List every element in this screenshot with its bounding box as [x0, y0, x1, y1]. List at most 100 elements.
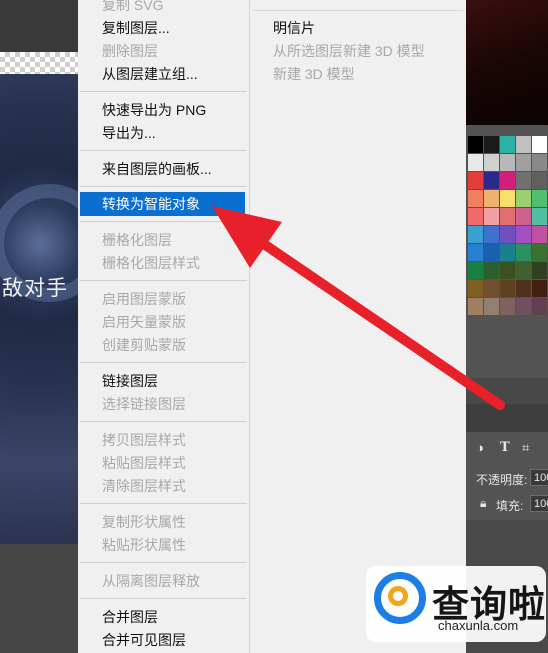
menu-item-link-layers[interactable]: 链接图层	[78, 369, 249, 393]
context-menu-column-2	[250, 0, 466, 653]
color-swatch[interactable]	[516, 208, 531, 225]
color-swatch[interactable]	[500, 262, 515, 279]
menu-item-merge-layers[interactable]: 合并图层	[78, 605, 249, 629]
color-swatch[interactable]	[532, 172, 547, 189]
color-swatch[interactable]	[484, 262, 499, 279]
color-swatch[interactable]	[532, 280, 547, 297]
menu-item-create-clipping-mask: 创建剪贴蒙版	[102, 337, 186, 353]
color-swatch[interactable]	[468, 208, 483, 225]
canvas-text-layer: 敌对手	[2, 277, 68, 300]
color-swatch[interactable]	[468, 262, 483, 279]
color-swatch[interactable]	[484, 172, 499, 189]
menu-item-export-as[interactable]: 导出为...	[78, 121, 249, 145]
layer-filter-toolbar: ◑ T ⌗	[466, 436, 548, 460]
menu-separator	[80, 562, 247, 563]
opacity-label: 不透明度:	[476, 473, 528, 487]
menu-item-clear-layer-style: 清除图层样式	[102, 478, 186, 494]
color-swatch[interactable]	[516, 136, 531, 153]
color-swatch[interactable]	[500, 244, 515, 261]
menu-item-new-3d-model: 新建 3D 模型	[273, 66, 355, 82]
color-swatch[interactable]	[532, 136, 547, 153]
menu-item-duplicate-layer[interactable]: 复制图层...	[78, 16, 249, 40]
opacity-input[interactable]: 100	[530, 469, 548, 486]
color-swatch[interactable]	[500, 280, 515, 297]
layers-panel-header	[466, 404, 548, 432]
color-swatch[interactable]	[468, 190, 483, 207]
color-swatch[interactable]	[468, 244, 483, 261]
color-swatch[interactable]	[516, 298, 531, 315]
menu-item-delete-layer: 删除图层	[102, 43, 158, 59]
menu-item-quick-export-png[interactable]: 快速导出为 PNG	[78, 98, 249, 122]
panel-tab-bar[interactable]	[466, 378, 548, 405]
color-swatch[interactable]	[468, 172, 483, 189]
color-swatch[interactable]	[516, 226, 531, 243]
color-swatch[interactable]	[500, 226, 515, 243]
color-swatch[interactable]	[468, 136, 483, 153]
color-swatch[interactable]	[532, 208, 547, 225]
adjustment-filter-icon[interactable]: ◑	[476, 440, 484, 455]
color-picker-field[interactable]	[466, 0, 548, 125]
color-swatch[interactable]	[484, 298, 499, 315]
color-swatch[interactable]	[468, 280, 483, 297]
menu-item-paste-shape-attributes: 粘贴形状属性	[102, 537, 186, 553]
color-swatch[interactable]	[532, 226, 547, 243]
color-swatch[interactable]	[532, 262, 547, 279]
color-swatch[interactable]	[500, 154, 515, 171]
color-swatch[interactable]	[468, 298, 483, 315]
document-canvas[interactable]: 敌对手	[0, 0, 78, 653]
menu-item-merge-visible[interactable]: 合并可见图层	[78, 628, 249, 652]
color-swatch[interactable]	[516, 244, 531, 261]
menu-separator	[253, 10, 463, 11]
menu-item-release-from-isolation: 从隔离图层释放	[102, 573, 200, 589]
menu-item-copy-layer-style: 拷贝图层样式	[102, 432, 186, 448]
menu-separator	[80, 186, 247, 187]
logo-inner-ring	[388, 586, 408, 606]
lock-icon[interactable]: 🔒︎	[480, 496, 486, 511]
color-swatch[interactable]	[484, 208, 499, 225]
canvas-pasteboard	[0, 544, 78, 653]
color-swatch[interactable]	[484, 190, 499, 207]
menu-item-paste-layer-style: 粘贴图层样式	[102, 455, 186, 471]
menu-separator	[80, 221, 247, 222]
opacity-row: 不透明度: 100	[466, 466, 548, 490]
color-swatch[interactable]	[516, 262, 531, 279]
color-swatch[interactable]	[500, 298, 515, 315]
color-swatch[interactable]	[516, 172, 531, 189]
menu-item-group-from-layers[interactable]: 从图层建立组...	[78, 62, 249, 86]
color-swatch[interactable]	[516, 190, 531, 207]
color-swatch[interactable]	[500, 172, 515, 189]
color-swatch[interactable]	[532, 154, 547, 171]
color-swatch[interactable]	[500, 136, 515, 153]
color-swatch[interactable]	[484, 244, 499, 261]
menu-item-convert-to-smart-object[interactable]: 转换为智能对象	[80, 192, 245, 216]
menu-separator	[80, 421, 247, 422]
menu-separator	[80, 91, 247, 92]
menu-item-select-linked-layers: 选择链接图层	[102, 396, 186, 412]
color-swatch[interactable]	[532, 244, 547, 261]
menu-item-copy-shape-attributes: 复制形状属性	[102, 514, 186, 530]
color-swatch[interactable]	[484, 154, 499, 171]
menu-item-postcard[interactable]: 明信片	[273, 16, 315, 40]
color-swatch[interactable]	[516, 280, 531, 297]
menu-item-enable-layer-mask: 启用图层蒙版	[102, 291, 186, 307]
color-swatch[interactable]	[468, 154, 483, 171]
color-swatch[interactable]	[532, 190, 547, 207]
color-swatch[interactable]	[516, 154, 531, 171]
canvas-artwork	[0, 74, 78, 544]
color-swatch[interactable]	[468, 226, 483, 243]
layer-context-menu: 复制 SVG 复制图层... 删除图层 从图层建立组... 快速导出为 PNG …	[78, 0, 250, 653]
color-swatch[interactable]	[484, 280, 499, 297]
menu-item-rasterize-layer-style: 栅格化图层样式	[102, 255, 200, 271]
watermark-url: chaxunla.com	[438, 618, 519, 633]
color-swatch[interactable]	[484, 226, 499, 243]
fill-input[interactable]: 100	[530, 495, 548, 512]
shape-filter-icon[interactable]: ⌗	[522, 440, 529, 456]
menu-item-artboard-from-layers[interactable]: 来自图层的画板...	[78, 157, 249, 181]
color-swatch[interactable]	[532, 298, 547, 315]
menu-separator	[80, 503, 247, 504]
color-swatch[interactable]	[500, 190, 515, 207]
color-swatch[interactable]	[484, 136, 499, 153]
type-filter-icon[interactable]: T	[500, 440, 510, 455]
color-swatch[interactable]	[500, 208, 515, 225]
menu-item-rasterize-layer: 栅格化图层	[102, 232, 172, 248]
